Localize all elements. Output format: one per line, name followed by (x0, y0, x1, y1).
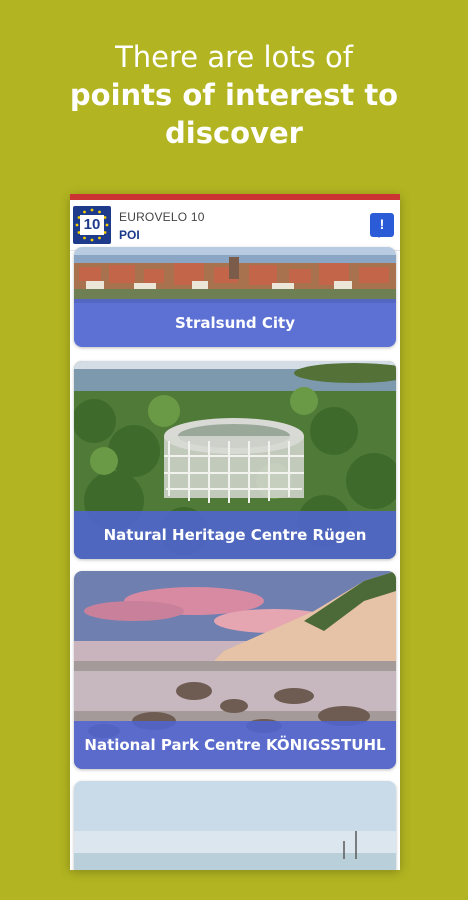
eurovelo-logo[interactable]: 10 (73, 206, 111, 244)
poi-title: Natural Heritage Centre Rügen (74, 511, 396, 559)
poi-title: Stralsund City (74, 299, 396, 347)
phone-screen: 10 EUROVELO 10 POI ! Stralsund City Natu… (70, 194, 400, 870)
chat-alert-button[interactable]: ! (370, 213, 394, 238)
logo-number: 10 (80, 215, 104, 235)
promo-line-2: points of interest to (69, 78, 399, 112)
promo-line-1: There are lots of (115, 40, 353, 74)
promo-line-3: discover (165, 116, 303, 150)
poi-card-konigsstuhl[interactable]: National Park Centre KÖNIGSSTUHL (74, 571, 396, 769)
promo-headline: There are lots of points of interest to … (0, 38, 468, 152)
poi-card-rugen[interactable]: Natural Heritage Centre Rügen (74, 361, 396, 559)
chat-alert-icon: ! (379, 216, 385, 232)
poi-card-stralsund[interactable]: Stralsund City (74, 247, 396, 347)
poi-card-next[interactable] (74, 781, 396, 870)
coast-photo (74, 781, 396, 870)
app-subtitle: POI (119, 228, 140, 242)
poi-title: National Park Centre KÖNIGSSTUHL (74, 721, 396, 769)
app-bar: 10 EUROVELO 10 POI ! (70, 200, 400, 251)
app-title: EUROVELO 10 (119, 210, 205, 224)
